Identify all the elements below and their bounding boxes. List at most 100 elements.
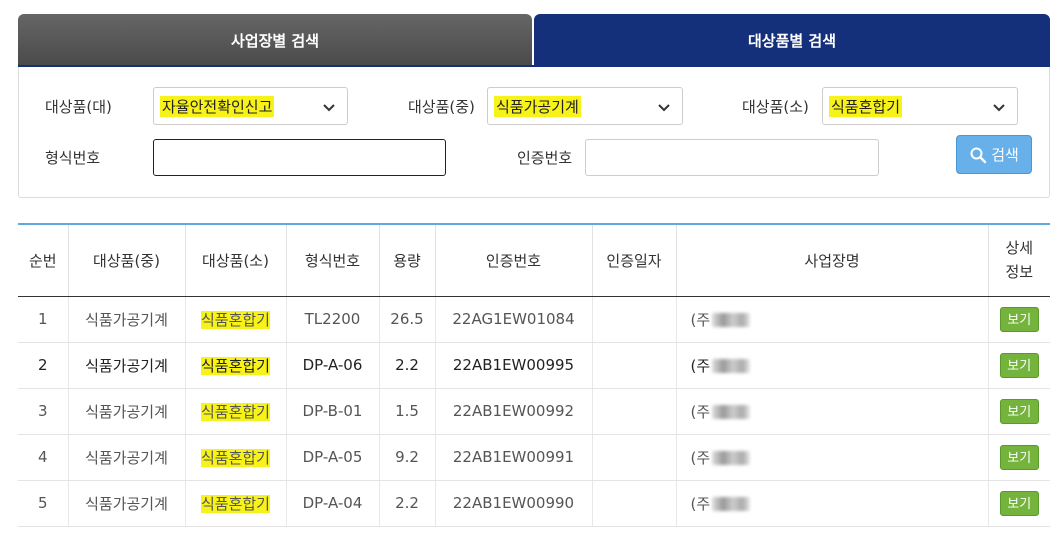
- cell-detail: 보기: [988, 434, 1050, 481]
- cell-no: 2: [18, 342, 69, 389]
- search-tabs: 사업장별 검색 대상품별 검색: [18, 14, 1050, 67]
- cell-no: 1: [18, 296, 69, 343]
- col-header-company: 사업장명: [676, 223, 989, 297]
- large-category-label: 대상품(대): [45, 98, 112, 116]
- cert-number-label: 인증번호: [517, 149, 573, 167]
- cell-no: 5: [18, 480, 69, 527]
- redacted-blur: [712, 359, 751, 373]
- tab-business-search[interactable]: 사업장별 검색: [18, 14, 532, 66]
- cell-capacity: 9.2: [379, 434, 436, 481]
- large-category-value: 자율안전확인신고: [160, 95, 275, 117]
- cell-medium: 식품가공기계: [68, 480, 186, 527]
- model-number-input[interactable]: [153, 139, 446, 176]
- redacted-blur: [712, 313, 751, 327]
- search-icon: [970, 147, 987, 163]
- search-button-label: 검색: [991, 146, 1019, 164]
- search-button[interactable]: 검색: [956, 135, 1032, 174]
- col-header-detail: 상세 정보: [988, 223, 1050, 297]
- cell-cert: 22AB1EW00995: [435, 342, 593, 389]
- company-name: (주: [690, 448, 711, 467]
- cell-company: (주: [676, 480, 989, 527]
- cell-company: (주: [676, 342, 989, 389]
- small-category-highlight: 식품혼합기: [200, 310, 270, 329]
- cell-model: TL2200: [286, 296, 380, 343]
- cell-company: (주: [676, 296, 989, 343]
- cell-detail: 보기: [988, 388, 1050, 435]
- view-button[interactable]: 보기: [999, 490, 1039, 516]
- chevron-down-icon: [323, 104, 335, 112]
- redacted-blur: [712, 497, 751, 511]
- small-category-highlight: 식품혼합기: [200, 448, 270, 467]
- cell-model: DP-A-06: [286, 342, 380, 389]
- cell-small: 식품혼합기: [185, 296, 287, 343]
- cell-no: 4: [18, 434, 69, 481]
- cell-cert: 22AB1EW00992: [435, 388, 593, 435]
- cell-date: [592, 342, 677, 389]
- cell-capacity: 2.2: [379, 480, 436, 527]
- redacted-blur: [712, 405, 751, 419]
- view-button[interactable]: 보기: [999, 398, 1039, 424]
- large-category-select[interactable]: 자율안전확인신고: [153, 87, 348, 125]
- cell-no: 3: [18, 388, 69, 435]
- cell-capacity: 1.5: [379, 388, 436, 435]
- cell-cert: 22AG1EW01084: [435, 296, 593, 343]
- cell-small: 식품혼합기: [185, 480, 287, 527]
- view-button[interactable]: 보기: [999, 444, 1039, 470]
- small-category-highlight: 식품혼합기: [200, 356, 270, 375]
- table-row: 1 식품가공기계 식품혼합기 TL2200 26.5 22AG1EW01084 …: [18, 296, 1050, 343]
- cell-medium: 식품가공기계: [68, 296, 186, 343]
- cell-capacity: 26.5: [379, 296, 436, 343]
- table-header-row: 순번 대상품(중) 대상품(소) 형식번호 용량 인증번호 인증일자 사업장명 …: [18, 223, 1050, 297]
- col-header-model: 형식번호: [286, 223, 380, 297]
- col-header-no: 순번: [18, 223, 69, 297]
- company-name: (주: [690, 494, 711, 513]
- cert-number-input[interactable]: [585, 139, 879, 176]
- redacted-blur: [712, 451, 751, 465]
- cell-detail: 보기: [988, 480, 1050, 527]
- cell-date: [592, 434, 677, 481]
- medium-category-label: 대상품(중): [408, 98, 475, 116]
- table-row: 2 식품가공기계 식품혼합기 DP-A-06 2.2 22AB1EW00995 …: [18, 342, 1050, 389]
- tab-product-search[interactable]: 대상품별 검색: [534, 14, 1050, 66]
- company-name: (주: [690, 402, 711, 421]
- small-category-highlight: 식품혼합기: [200, 402, 270, 421]
- cell-detail: 보기: [988, 296, 1050, 343]
- small-category-select[interactable]: 식품혼합기: [822, 87, 1018, 125]
- cell-model: DP-B-01: [286, 388, 380, 435]
- cell-cert: 22AB1EW00991: [435, 434, 593, 481]
- search-panel: 대상품(대) 자율안전확인신고 대상품(중) 식품가공기계 대상품(소) 식품혼…: [18, 67, 1050, 198]
- cell-small: 식품혼합기: [185, 434, 287, 481]
- view-button[interactable]: 보기: [999, 306, 1039, 332]
- small-category-label: 대상품(소): [742, 98, 809, 116]
- medium-category-select[interactable]: 식품가공기계: [487, 87, 683, 125]
- cell-medium: 식품가공기계: [68, 434, 186, 481]
- cell-small: 식품혼합기: [185, 388, 287, 435]
- cell-model: DP-A-04: [286, 480, 380, 527]
- small-category-value: 식품혼합기: [829, 95, 903, 117]
- cell-date: [592, 296, 677, 343]
- medium-category-value: 식품가공기계: [494, 95, 581, 117]
- col-header-cert: 인증번호: [435, 223, 593, 297]
- model-number-label: 형식번호: [45, 149, 101, 167]
- company-name: (주: [690, 310, 711, 329]
- col-header-capacity: 용량: [379, 223, 436, 297]
- chevron-down-icon: [993, 104, 1005, 112]
- cell-small: 식품혼합기: [185, 342, 287, 389]
- table-row: 3 식품가공기계 식품혼합기 DP-B-01 1.5 22AB1EW00992 …: [18, 388, 1050, 435]
- col-header-small: 대상품(소): [185, 223, 287, 297]
- cell-medium: 식품가공기계: [68, 342, 186, 389]
- cell-date: [592, 388, 677, 435]
- chevron-down-icon: [658, 104, 670, 112]
- col-header-medium: 대상품(중): [68, 223, 186, 297]
- cell-model: DP-A-05: [286, 434, 380, 481]
- cell-company: (주: [676, 434, 989, 481]
- col-header-date: 인증일자: [592, 223, 677, 297]
- table-row: 5 식품가공기계 식품혼합기 DP-A-04 2.2 22AB1EW00990 …: [18, 480, 1050, 527]
- company-name: (주: [690, 356, 711, 375]
- view-button[interactable]: 보기: [999, 352, 1039, 378]
- cell-capacity: 2.2: [379, 342, 436, 389]
- cell-company: (주: [676, 388, 989, 435]
- small-category-highlight: 식품혼합기: [200, 494, 270, 513]
- cell-detail: 보기: [988, 342, 1050, 389]
- cell-medium: 식품가공기계: [68, 388, 186, 435]
